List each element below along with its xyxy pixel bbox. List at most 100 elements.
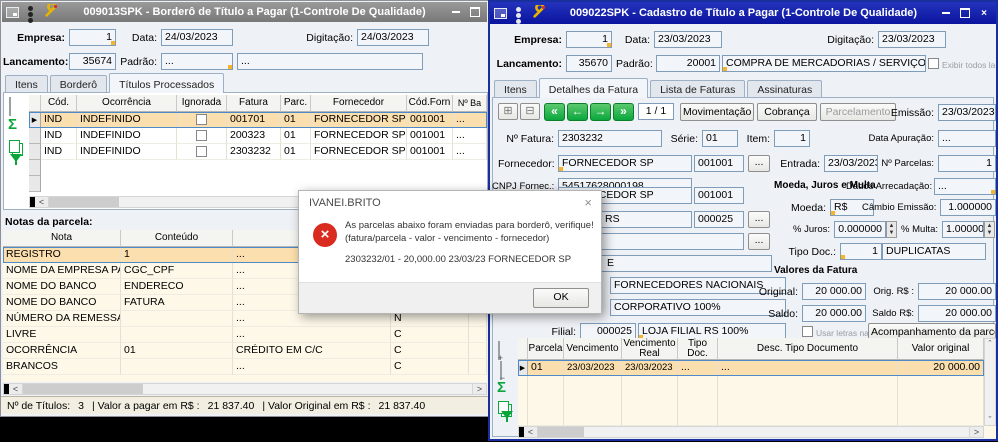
- scroll-right-icon[interactable]: >: [969, 427, 983, 437]
- fornecedor-browse-button[interactable]: ...: [748, 155, 770, 172]
- nfatura-field[interactable]: 2303232: [558, 130, 662, 147]
- scroll-left-icon[interactable]: <: [524, 427, 538, 437]
- padrao-desc-field[interactable]: COMPRA DE MERCADORIAS / SERVIÇOS: [722, 55, 926, 72]
- col-vencimento[interactable]: Vencimento: [564, 338, 622, 360]
- sacado-code-field[interactable]: 001001: [694, 187, 744, 204]
- nav-prev-icon[interactable]: ←: [567, 103, 588, 121]
- digitacao-field[interactable]: 23/03/2023: [878, 31, 946, 48]
- parcelas-hscrollbar[interactable]: < >: [518, 426, 984, 438]
- maximize-button[interactable]: [957, 7, 973, 20]
- tab-bordero[interactable]: Borderô: [50, 75, 107, 93]
- traffic-light-icon[interactable]: [515, 5, 522, 22]
- padrao-desc-field[interactable]: ...: [237, 53, 423, 70]
- remove-note-icon[interactable]: [500, 361, 502, 380]
- filter-funnel-icon[interactable]: [10, 154, 22, 185]
- wrench-icon[interactable]: [44, 4, 58, 21]
- sum-icon[interactable]: Σ: [497, 380, 506, 395]
- parcelamento-button[interactable]: Parcelamento: [820, 103, 896, 121]
- scroll-thumb[interactable]: [538, 427, 584, 437]
- lancamento-field[interactable]: 35670: [566, 55, 612, 72]
- fornecedor-field[interactable]: FORNECEDOR SP: [558, 155, 692, 172]
- col-fatura[interactable]: Fatura: [227, 95, 281, 112]
- cambio-field[interactable]: 1.000000: [940, 199, 996, 216]
- close-button[interactable]: ×: [976, 7, 992, 20]
- col-cod[interactable]: Cód.: [41, 95, 77, 112]
- col-ocorrencia[interactable]: Ocorrência: [77, 95, 177, 112]
- saldo-rs-field[interactable]: 20 000.00: [918, 305, 996, 322]
- multa-spinner[interactable]: [984, 221, 995, 238]
- table-row[interactable]: ▶ 01 23/03/2023 23/03/2023 ... ... 20 00…: [518, 360, 984, 376]
- wrench-icon[interactable]: [532, 5, 546, 22]
- col-valor-original[interactable]: Valor original: [898, 338, 984, 360]
- table-row[interactable]: ▶ IND INDEFINIDO 001701 01 FORNECEDOR SP…: [29, 112, 487, 128]
- col-codforn[interactable]: Cód.Forn: [407, 95, 453, 112]
- note-icon[interactable]: [9, 97, 11, 116]
- multa-field[interactable]: 1.000000: [942, 221, 984, 238]
- tipodoc-desc-field[interactable]: DUPLICATAS: [882, 243, 986, 260]
- exibir-todos-checkbox[interactable]: [928, 58, 939, 69]
- fornecedor-code-field[interactable]: 001001: [694, 155, 744, 172]
- col-parc[interactable]: Parc.: [281, 95, 311, 112]
- col-conteudo[interactable]: Conteúdo: [121, 230, 233, 247]
- data-field[interactable]: 24/03/2023: [161, 29, 233, 46]
- scroll-up-icon[interactable]: ˆ: [989, 339, 992, 349]
- cobranca-button[interactable]: Cobrança: [757, 103, 817, 121]
- nav-first-icon[interactable]: «: [544, 103, 565, 121]
- dialog-close-icon[interactable]: ×: [584, 195, 592, 210]
- export-window-icon[interactable]: [494, 8, 507, 19]
- table-row[interactable]: IND INDEFINIDO 200323 01 FORNECEDOR SP 0…: [29, 128, 487, 144]
- titlebar-active[interactable]: 009022SPK - Cadastro de Título a Pagar (…: [490, 2, 996, 24]
- filter-funnel-icon[interactable]: [501, 411, 513, 442]
- export-window-icon[interactable]: [6, 7, 19, 18]
- col-ignorada[interactable]: Ignorada: [177, 95, 227, 112]
- empty-lookup-browse-button[interactable]: ...: [748, 233, 770, 250]
- nparcelas-field[interactable]: 1: [938, 155, 996, 172]
- col-desc-tipo-doc[interactable]: Desc. Tipo Documento: [718, 338, 898, 360]
- padrao-code-field[interactable]: ...: [161, 53, 233, 70]
- scroll-left-icon[interactable]: <: [9, 384, 23, 394]
- col-tipo-doc[interactable]: Tipo Doc.: [678, 338, 718, 360]
- scroll-left-icon[interactable]: <: [35, 197, 49, 207]
- delete-row-button[interactable]: ⊟: [520, 103, 540, 120]
- original-field[interactable]: 20 000.00: [802, 283, 866, 300]
- empresa-field[interactable]: 1: [69, 29, 116, 46]
- emissao-field[interactable]: 23/03/2023: [938, 104, 996, 121]
- filial-rs-code-field[interactable]: 000025: [694, 211, 744, 228]
- add-note-icon[interactable]: [498, 341, 500, 360]
- usar-letras-checkbox[interactable]: [802, 326, 813, 337]
- item-field[interactable]: 1: [774, 130, 810, 147]
- col-vencimento-real[interactable]: Vencimento Real: [622, 338, 678, 360]
- scroll-thumb[interactable]: [23, 384, 143, 394]
- minimize-button[interactable]: [938, 7, 954, 20]
- nav-next-icon[interactable]: →: [590, 103, 611, 121]
- sum-icon[interactable]: Σ: [8, 117, 17, 132]
- apuracao-field[interactable]: ...: [938, 130, 996, 147]
- table-row[interactable]: IND INDEFINIDO 2303232 01 FORNECEDOR SP …: [29, 144, 487, 160]
- tipodoc-code-field[interactable]: 1: [840, 243, 882, 260]
- tab-titulos-processados[interactable]: Títulos Processados: [109, 73, 224, 93]
- col-nota[interactable]: Nota: [3, 230, 121, 247]
- padrao-code-field[interactable]: 20001: [656, 55, 720, 72]
- maximize-button[interactable]: [467, 6, 483, 19]
- juros-field[interactable]: 0.000000: [834, 221, 886, 238]
- saldo-field[interactable]: 20 000.00: [802, 305, 866, 322]
- list-item[interactable]: BRANCOS ... C: [3, 359, 487, 375]
- parcelas-vscrollbar[interactable]: ˆ ˇ: [984, 338, 996, 426]
- tab-detalhes-fatura[interactable]: Detalhes da Fatura: [539, 78, 648, 98]
- nav-last-icon[interactable]: »: [613, 103, 634, 121]
- minimize-button[interactable]: [448, 6, 464, 19]
- insert-row-button[interactable]: ⊞: [498, 103, 518, 120]
- scroll-thumb[interactable]: [49, 197, 119, 207]
- data-field[interactable]: 23/03/2023: [654, 31, 722, 48]
- list-item[interactable]: OCORRÊNCIA 01 CRÉDITO EM C/C C: [3, 343, 487, 359]
- digitacao-field[interactable]: 24/03/2023: [357, 29, 429, 46]
- entrada-field[interactable]: 23/03/2023: [824, 155, 878, 172]
- scroll-down-icon[interactable]: ˇ: [989, 415, 992, 425]
- notas-hscrollbar[interactable]: < >: [3, 383, 487, 395]
- copy-export-icon[interactable]: [9, 140, 20, 153]
- tab-assinaturas[interactable]: Assinaturas: [747, 80, 822, 98]
- titlebar-inactive[interactable]: 009013SPK - Borderô de Título a Pagar (1…: [2, 2, 487, 22]
- ignorada-checkbox[interactable]: [196, 130, 207, 141]
- col-parcela[interactable]: Parcela: [528, 338, 564, 360]
- ignorada-checkbox[interactable]: [196, 146, 207, 157]
